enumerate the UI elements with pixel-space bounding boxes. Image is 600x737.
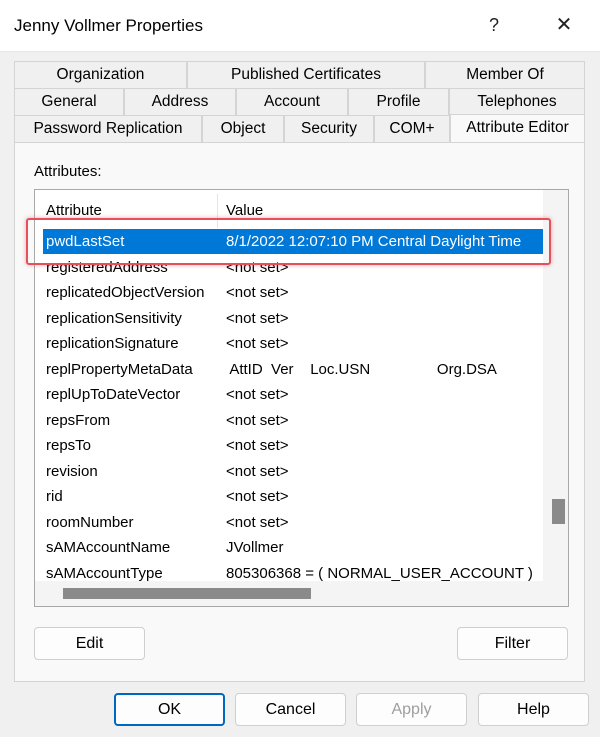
table-row[interactable]: roomNumber <not set> — [35, 510, 543, 535]
table-row[interactable]: replPropertyMetaData AttID Ver Loc.USN O… — [35, 357, 543, 382]
tab-account[interactable]: Account — [236, 88, 348, 115]
tab-object[interactable]: Object — [202, 115, 284, 142]
attribute-value: <not set> — [226, 412, 289, 429]
ok-button[interactable]: OK — [114, 693, 225, 726]
help-icon[interactable]: ? — [476, 10, 512, 40]
attributes-label: Attributes: — [34, 163, 102, 180]
tab-attribute-editor[interactable]: Attribute Editor — [450, 114, 585, 143]
table-row[interactable]: sAMAccountName JVollmer — [35, 535, 543, 560]
attribute-value: <not set> — [226, 386, 289, 403]
tab-profile[interactable]: Profile — [348, 88, 449, 115]
attribute-value: AttID Ver Loc.USN Org.DSA — [226, 361, 497, 378]
filter-button[interactable]: Filter — [457, 627, 568, 660]
attribute-name: roomNumber — [46, 514, 134, 531]
attribute-value: JVollmer — [226, 539, 284, 556]
tab-organization[interactable]: Organization — [14, 61, 187, 88]
attribute-name: repsFrom — [46, 412, 111, 429]
tab-telephones[interactable]: Telephones — [449, 88, 585, 115]
tab-general[interactable]: General — [14, 88, 124, 115]
attribute-name: replicationSignature — [46, 335, 179, 352]
table-row[interactable]: replicationSignature <not set> — [35, 331, 543, 356]
tab-password-replication[interactable]: Password Replication — [14, 115, 202, 142]
title-bar: Jenny Vollmer Properties ? ✕ — [0, 0, 600, 52]
table-row[interactable]: replicationSensitivity <not set> — [35, 306, 543, 331]
attribute-name: repsTo — [46, 437, 92, 454]
vertical-scroll-thumb[interactable] — [552, 499, 565, 524]
table-row[interactable]: revision <not set> — [35, 459, 543, 484]
attribute-value: <not set> — [226, 310, 289, 327]
attribute-value: <not set> — [226, 437, 289, 454]
attribute-name: replicatedObjectVersion — [46, 284, 205, 301]
close-icon[interactable]: ✕ — [546, 10, 582, 40]
window-title: Jenny Vollmer Properties — [14, 16, 203, 35]
attribute-value: <not set> — [226, 284, 289, 301]
cancel-button[interactable]: Cancel — [235, 693, 346, 726]
highlight-annotation — [26, 218, 551, 265]
edit-button[interactable]: Edit — [34, 627, 145, 660]
tab-security[interactable]: Security — [284, 115, 374, 142]
attribute-name: revision — [46, 463, 98, 480]
attribute-name: sAMAccountName — [46, 539, 171, 556]
attribute-value: <not set> — [226, 514, 289, 531]
tab-address[interactable]: Address — [124, 88, 236, 115]
attribute-value: <not set> — [226, 463, 289, 480]
attribute-value: <not set> — [226, 335, 289, 352]
tab-com-plus[interactable]: COM+ — [374, 115, 450, 142]
table-row[interactable]: repsFrom <not set> — [35, 408, 543, 433]
scrollbar-corner — [543, 581, 568, 606]
table-row[interactable]: rid <not set> — [35, 484, 543, 509]
apply-button[interactable]: Apply — [356, 693, 467, 726]
attribute-value: <not set> — [226, 488, 289, 505]
attribute-name: replPropertyMetaData — [46, 361, 193, 378]
attribute-name: rid — [46, 488, 63, 505]
help-button[interactable]: Help — [478, 693, 589, 726]
attribute-name: replicationSensitivity — [46, 310, 182, 327]
table-row[interactable]: replicatedObjectVersion <not set> — [35, 280, 543, 305]
table-row[interactable]: repsTo <not set> — [35, 433, 543, 458]
column-header-attribute[interactable]: Attribute — [46, 202, 102, 219]
tab-member-of[interactable]: Member Of — [425, 61, 585, 88]
tab-published-certificates[interactable]: Published Certificates — [187, 61, 425, 88]
horizontal-scroll-thumb[interactable] — [63, 588, 311, 599]
table-row[interactable]: replUpToDateVector <not set> — [35, 382, 543, 407]
horizontal-scrollbar[interactable] — [35, 581, 543, 606]
attribute-name: replUpToDateVector — [46, 386, 181, 403]
column-header-value[interactable]: Value — [226, 202, 263, 219]
